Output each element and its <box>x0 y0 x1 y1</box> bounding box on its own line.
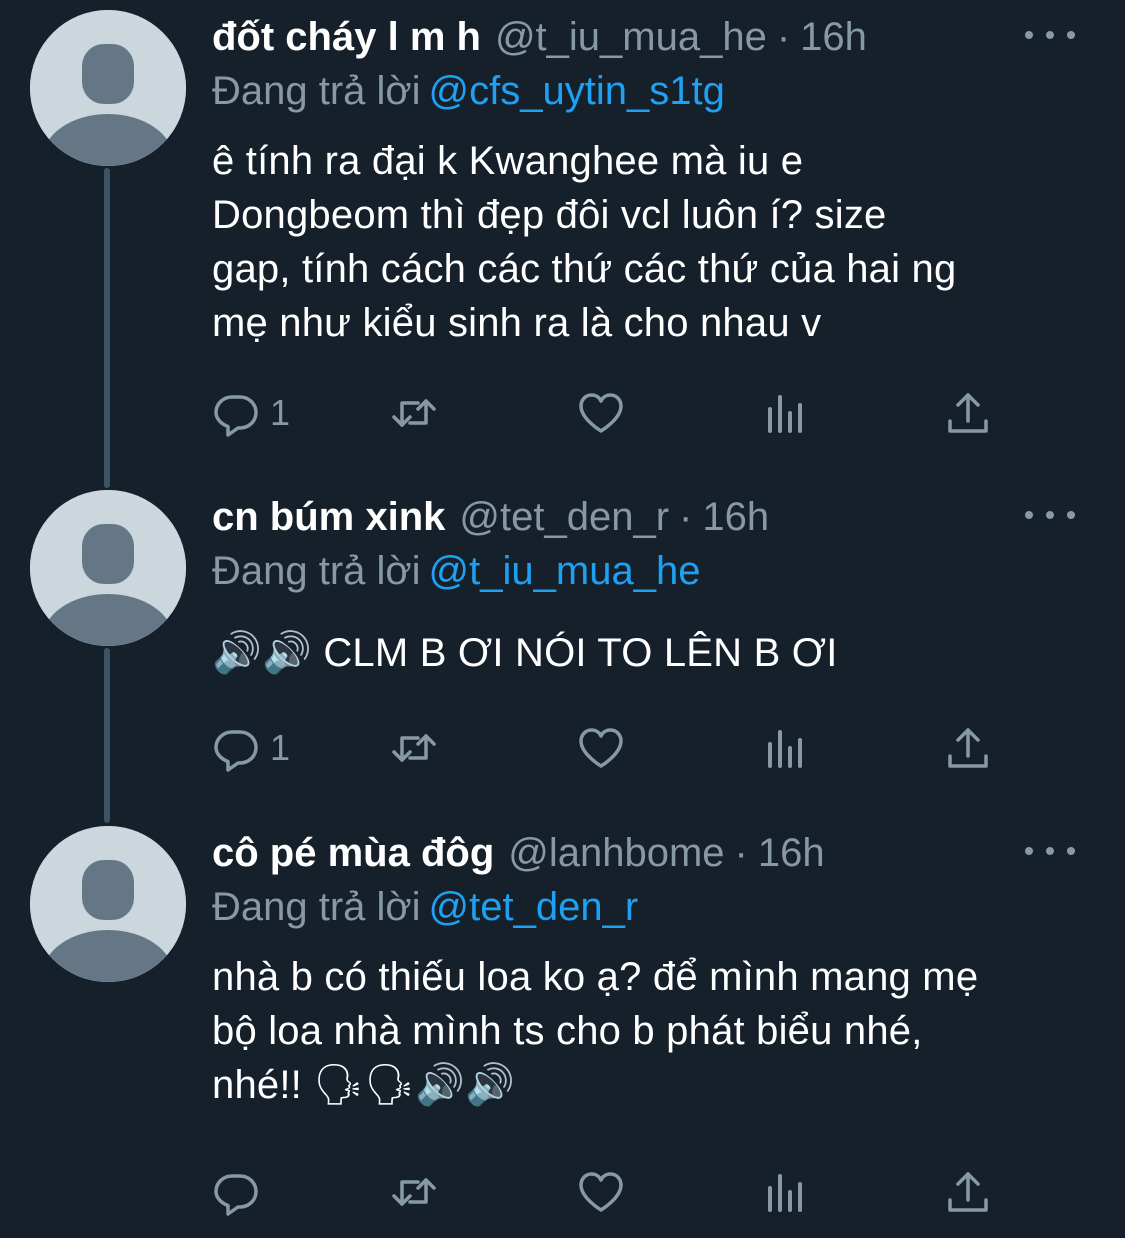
default-avatar-icon <box>30 826 186 982</box>
reply-mention[interactable]: @t_iu_mua_he <box>429 549 701 593</box>
tweet-content: cn búm xink @tet_den_r · 16h Đang trả lờ… <box>212 490 1085 680</box>
tweet[interactable]: cô pé mùa đôg @lanhbome · 16h Đang trả l… <box>0 826 1125 1238</box>
retweet-button[interactable] <box>390 385 438 441</box>
retweet-icon <box>392 734 436 762</box>
display-name[interactable]: cô pé mùa đôg <box>212 831 494 876</box>
share-icon <box>948 393 988 433</box>
tweet-thread: đốt cháy l m h @t_iu_mua_he · 16h Đang t… <box>0 0 1125 1238</box>
tweet[interactable]: cn búm xink @tet_den_r · 16h Đang trả lờ… <box>0 490 1125 790</box>
avatar[interactable] <box>30 490 186 646</box>
reply-prefix: Đang trả lời <box>212 885 421 929</box>
reply-button[interactable] <box>212 1164 270 1220</box>
avatar[interactable] <box>30 10 186 166</box>
like-button[interactable] <box>577 385 625 441</box>
analytics-icon <box>768 395 802 433</box>
analytics-button[interactable] <box>762 720 810 776</box>
share-button[interactable] <box>944 1164 992 1220</box>
more-icon[interactable] <box>1025 20 1075 50</box>
tweet-text: 🔊🔊 CLM B ƠI NÓI TO LÊN B ƠI <box>212 631 838 675</box>
tweet-actions: 1 <box>212 385 1002 441</box>
user-handle[interactable]: @lanhbome <box>508 831 724 876</box>
retweet-icon <box>392 399 436 427</box>
reply-mention[interactable]: @tet_den_r <box>429 885 639 929</box>
reply-button[interactable]: 1 <box>212 720 290 776</box>
reply-mention[interactable]: @cfs_uytin_s1tg <box>429 69 725 113</box>
tweet-header: cô pé mùa đôg @lanhbome · 16h <box>212 826 1085 880</box>
tweet[interactable]: đốt cháy l m h @t_iu_mua_he · 16h Đang t… <box>0 10 1125 450</box>
timestamp[interactable]: 16h <box>800 15 867 60</box>
display-name[interactable]: đốt cháy l m h <box>212 15 481 60</box>
separator: · <box>679 494 693 539</box>
retweet-button[interactable] <box>390 1164 438 1220</box>
tweet-actions <box>212 1164 1002 1220</box>
analytics-icon <box>768 730 802 768</box>
reply-context: Đang trả lời @tet_den_r <box>212 880 1085 934</box>
reply-icon <box>214 395 258 437</box>
like-button[interactable] <box>577 720 625 776</box>
like-button[interactable] <box>577 1164 625 1220</box>
retweet-icon <box>392 1178 436 1206</box>
retweet-button[interactable] <box>390 720 438 776</box>
like-icon <box>579 1172 623 1212</box>
tweet-header: đốt cháy l m h @t_iu_mua_he · 16h <box>212 10 1085 64</box>
share-button[interactable] <box>944 385 992 441</box>
reply-context: Đang trả lời @t_iu_mua_he <box>212 544 1085 598</box>
user-handle[interactable]: @tet_den_r <box>459 495 669 540</box>
separator: · <box>776 14 791 59</box>
reply-prefix: Đang trả lời <box>212 69 421 113</box>
default-avatar-icon <box>30 490 186 646</box>
share-button[interactable] <box>944 720 992 776</box>
tweet-text: nhà b có thiếu loa ko ạ? để mình mang mẹ… <box>212 955 979 1107</box>
like-icon <box>579 393 623 433</box>
avatar[interactable] <box>30 826 186 982</box>
share-icon <box>948 728 988 768</box>
reply-button[interactable]: 1 <box>212 385 290 441</box>
reply-context: Đang trả lời @cfs_uytin_s1tg <box>212 64 1085 118</box>
more-icon[interactable] <box>1025 836 1075 866</box>
reply-icon <box>214 730 258 772</box>
reply-prefix: Đang trả lời <box>212 549 421 593</box>
timestamp[interactable]: 16h <box>758 831 825 876</box>
analytics-button[interactable] <box>762 1164 810 1220</box>
tweet-actions: 1 <box>212 720 1002 776</box>
user-handle[interactable]: @t_iu_mua_he <box>495 15 767 60</box>
more-icon[interactable] <box>1025 500 1075 530</box>
default-avatar-icon <box>30 10 186 166</box>
tweet-text: ê tính ra đại k Kwanghee mà iu e Dongbeo… <box>212 139 957 345</box>
tweet-header: cn búm xink @tet_den_r · 16h <box>212 490 1085 544</box>
reply-count: 1 <box>270 392 291 433</box>
timestamp[interactable]: 16h <box>702 495 769 540</box>
reply-icon <box>214 1174 258 1216</box>
tweet-content: cô pé mùa đôg @lanhbome · 16h Đang trả l… <box>212 826 1085 1112</box>
share-icon <box>948 1172 988 1212</box>
like-icon <box>579 728 623 768</box>
display-name[interactable]: cn búm xink <box>212 495 445 540</box>
separator: · <box>734 830 748 875</box>
reply-count: 1 <box>270 727 291 768</box>
analytics-button[interactable] <box>762 385 810 441</box>
analytics-icon <box>768 1174 802 1212</box>
tweet-content: đốt cháy l m h @t_iu_mua_he · 16h Đang t… <box>212 10 1085 350</box>
